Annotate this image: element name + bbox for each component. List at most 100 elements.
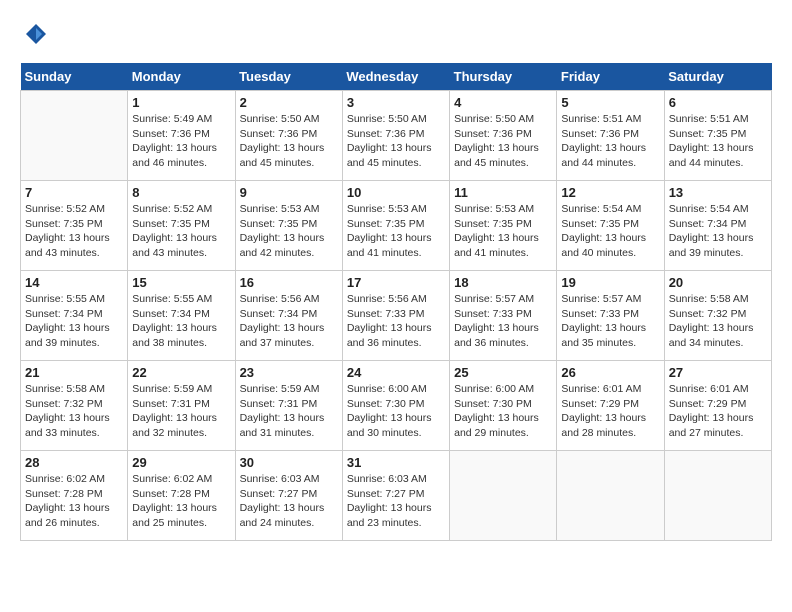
calendar-cell: 20 Sunrise: 5:58 AM Sunset: 7:32 PM Dayli… [664, 271, 771, 361]
day-number: 13 [669, 185, 767, 200]
weekday-header-monday: Monday [128, 63, 235, 91]
calendar-cell: 28 Sunrise: 6:02 AM Sunset: 7:28 PM Dayli… [21, 451, 128, 541]
day-info: Sunrise: 5:59 AM Sunset: 7:31 PM Dayligh… [240, 382, 338, 441]
calendar-cell: 12 Sunrise: 5:54 AM Sunset: 7:35 PM Dayli… [557, 181, 664, 271]
day-number: 1 [132, 95, 230, 110]
calendar-cell: 19Sunrise: 5:57 AM Sunset: 7:33 PM Dayli… [557, 271, 664, 361]
day-info: Sunrise: 6:00 AM Sunset: 7:30 PM Dayligh… [347, 382, 445, 441]
calendar-cell: 29Sunrise: 6:02 AM Sunset: 7:28 PM Dayli… [128, 451, 235, 541]
day-number: 2 [240, 95, 338, 110]
calendar-cell: 21 Sunrise: 5:58 AM Sunset: 7:32 PM Dayli… [21, 361, 128, 451]
logo-text [20, 20, 50, 53]
calendar-cell [450, 451, 557, 541]
day-number: 18 [454, 275, 552, 290]
day-info: Sunrise: 5:56 AM Sunset: 7:34 PM Dayligh… [240, 292, 338, 351]
day-info: Sunrise: 5:54 AM Sunset: 7:34 PM Dayligh… [669, 202, 767, 261]
calendar-cell: 8 Sunrise: 5:52 AM Sunset: 7:35 PM Daylig… [128, 181, 235, 271]
day-number: 27 [669, 365, 767, 380]
page-header [20, 20, 772, 53]
calendar-cell: 6 Sunrise: 5:51 AM Sunset: 7:35 PM Daylig… [664, 91, 771, 181]
weekday-header-row: SundayMondayTuesdayWednesdayThursdayFrid… [21, 63, 772, 91]
weekday-header-friday: Friday [557, 63, 664, 91]
day-info: Sunrise: 5:51 AM Sunset: 7:35 PM Dayligh… [669, 112, 767, 171]
day-number: 30 [240, 455, 338, 470]
day-info: Sunrise: 5:53 AM Sunset: 7:35 PM Dayligh… [454, 202, 552, 261]
week-row-2: 7 Sunrise: 5:52 AM Sunset: 7:35 PM Daylig… [21, 181, 772, 271]
weekday-header-wednesday: Wednesday [342, 63, 449, 91]
day-info: Sunrise: 5:53 AM Sunset: 7:35 PM Dayligh… [240, 202, 338, 261]
day-info: Sunrise: 5:53 AM Sunset: 7:35 PM Dayligh… [347, 202, 445, 261]
calendar-cell: 22 Sunrise: 5:59 AM Sunset: 7:31 PM Dayli… [128, 361, 235, 451]
calendar-cell: 18 Sunrise: 5:57 AM Sunset: 7:33 PM Dayli… [450, 271, 557, 361]
calendar-cell: 23 Sunrise: 5:59 AM Sunset: 7:31 PM Dayli… [235, 361, 342, 451]
calendar-cell [557, 451, 664, 541]
day-number: 20 [669, 275, 767, 290]
day-number: 25 [454, 365, 552, 380]
weekday-header-tuesday: Tuesday [235, 63, 342, 91]
day-number: 19 [561, 275, 659, 290]
day-number: 14 [25, 275, 123, 290]
day-info: Sunrise: 5:54 AM Sunset: 7:35 PM Dayligh… [561, 202, 659, 261]
day-number: 3 [347, 95, 445, 110]
week-row-4: 21 Sunrise: 5:58 AM Sunset: 7:32 PM Dayli… [21, 361, 772, 451]
day-info: Sunrise: 5:57 AM Sunset: 7:33 PM Dayligh… [454, 292, 552, 351]
weekday-header-sunday: Sunday [21, 63, 128, 91]
calendar-cell: 14Sunrise: 5:55 AM Sunset: 7:34 PM Dayli… [21, 271, 128, 361]
calendar-cell: 1 Sunrise: 5:49 AM Sunset: 7:36 PM Daylig… [128, 91, 235, 181]
calendar-cell [664, 451, 771, 541]
week-row-5: 28 Sunrise: 6:02 AM Sunset: 7:28 PM Dayli… [21, 451, 772, 541]
day-number: 26 [561, 365, 659, 380]
day-number: 21 [25, 365, 123, 380]
calendar-cell: 5Sunrise: 5:51 AM Sunset: 7:36 PM Daylig… [557, 91, 664, 181]
calendar-cell: 30Sunrise: 6:03 AM Sunset: 7:27 PM Dayli… [235, 451, 342, 541]
day-number: 15 [132, 275, 230, 290]
day-info: Sunrise: 5:58 AM Sunset: 7:32 PM Dayligh… [25, 382, 123, 441]
day-number: 28 [25, 455, 123, 470]
day-number: 6 [669, 95, 767, 110]
calendar-cell: 27 Sunrise: 6:01 AM Sunset: 7:29 PM Dayli… [664, 361, 771, 451]
day-info: Sunrise: 5:59 AM Sunset: 7:31 PM Dayligh… [132, 382, 230, 441]
day-number: 17 [347, 275, 445, 290]
week-row-1: 1 Sunrise: 5:49 AM Sunset: 7:36 PM Daylig… [21, 91, 772, 181]
calendar-cell: 9 Sunrise: 5:53 AM Sunset: 7:35 PM Daylig… [235, 181, 342, 271]
day-number: 31 [347, 455, 445, 470]
calendar-cell: 3Sunrise: 5:50 AM Sunset: 7:36 PM Daylig… [342, 91, 449, 181]
day-number: 12 [561, 185, 659, 200]
calendar-cell: 16 Sunrise: 5:56 AM Sunset: 7:34 PM Dayli… [235, 271, 342, 361]
weekday-header-thursday: Thursday [450, 63, 557, 91]
calendar-cell: 26 Sunrise: 6:01 AM Sunset: 7:29 PM Dayli… [557, 361, 664, 451]
calendar-table: SundayMondayTuesdayWednesdayThursdayFrid… [20, 63, 772, 541]
day-number: 23 [240, 365, 338, 380]
week-row-3: 14Sunrise: 5:55 AM Sunset: 7:34 PM Dayli… [21, 271, 772, 361]
day-info: Sunrise: 6:00 AM Sunset: 7:30 PM Dayligh… [454, 382, 552, 441]
calendar-cell: 10 Sunrise: 5:53 AM Sunset: 7:35 PM Dayli… [342, 181, 449, 271]
calendar-cell: 4Sunrise: 5:50 AM Sunset: 7:36 PM Daylig… [450, 91, 557, 181]
logo [20, 20, 50, 53]
day-number: 5 [561, 95, 659, 110]
day-info: Sunrise: 5:49 AM Sunset: 7:36 PM Dayligh… [132, 112, 230, 171]
day-info: Sunrise: 5:58 AM Sunset: 7:32 PM Dayligh… [669, 292, 767, 351]
day-info: Sunrise: 6:01 AM Sunset: 7:29 PM Dayligh… [669, 382, 767, 441]
calendar-cell [21, 91, 128, 181]
calendar-cell: 17 Sunrise: 5:56 AM Sunset: 7:33 PM Dayli… [342, 271, 449, 361]
day-info: Sunrise: 5:52 AM Sunset: 7:35 PM Dayligh… [132, 202, 230, 261]
day-number: 11 [454, 185, 552, 200]
calendar-cell: 24Sunrise: 6:00 AM Sunset: 7:30 PM Dayli… [342, 361, 449, 451]
day-number: 22 [132, 365, 230, 380]
day-info: Sunrise: 5:50 AM Sunset: 7:36 PM Dayligh… [240, 112, 338, 171]
day-info: Sunrise: 6:02 AM Sunset: 7:28 PM Dayligh… [25, 472, 123, 531]
calendar-cell: 2 Sunrise: 5:50 AM Sunset: 7:36 PM Daylig… [235, 91, 342, 181]
weekday-header-saturday: Saturday [664, 63, 771, 91]
day-number: 8 [132, 185, 230, 200]
day-number: 7 [25, 185, 123, 200]
day-info: Sunrise: 5:56 AM Sunset: 7:33 PM Dayligh… [347, 292, 445, 351]
day-number: 10 [347, 185, 445, 200]
day-info: Sunrise: 5:52 AM Sunset: 7:35 PM Dayligh… [25, 202, 123, 261]
calendar-cell: 25 Sunrise: 6:00 AM Sunset: 7:30 PM Dayli… [450, 361, 557, 451]
day-info: Sunrise: 6:03 AM Sunset: 7:27 PM Dayligh… [347, 472, 445, 531]
day-number: 16 [240, 275, 338, 290]
calendar-cell: 11 Sunrise: 5:53 AM Sunset: 7:35 PM Dayli… [450, 181, 557, 271]
day-number: 4 [454, 95, 552, 110]
day-info: Sunrise: 6:01 AM Sunset: 7:29 PM Dayligh… [561, 382, 659, 441]
day-number: 9 [240, 185, 338, 200]
